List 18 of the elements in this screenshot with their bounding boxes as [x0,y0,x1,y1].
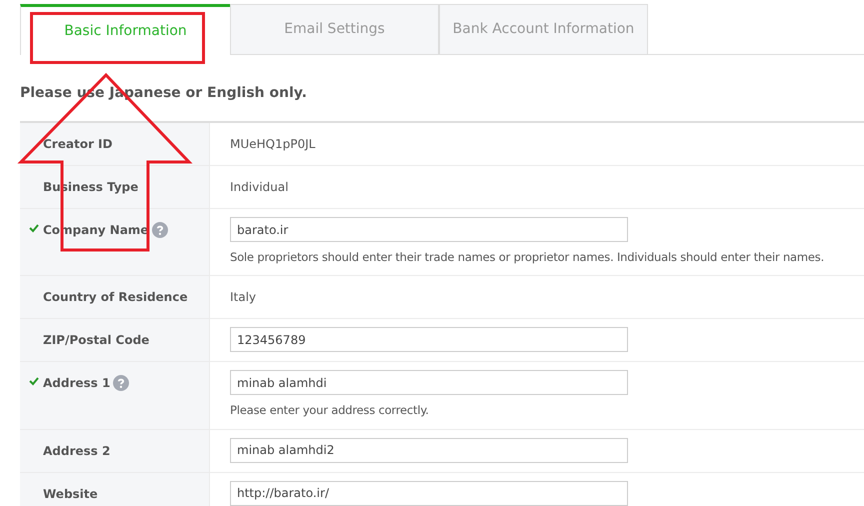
input-field[interactable]: minab alamhdi [230,370,628,396]
field-label: Address 2 [43,442,110,458]
field-value: Individual [230,179,288,196]
field-label: ZIP/Postal Code [43,332,150,348]
input-field[interactable]: barato.ir [230,217,628,242]
help-icon[interactable] [113,375,130,392]
input-field[interactable]: minab alamhdi2 [230,438,628,462]
help-icon[interactable] [152,222,168,238]
field-label: Address 1 [43,375,110,392]
hint-text: Please enter your address correctly. [230,402,430,420]
hint-text: Sole proprietors should enter their trade names or proprietor names. Individuals should enter their names. [230,249,826,266]
field-value: Italy [230,289,256,306]
field-value: MUeHQ1pP0JL [230,136,316,153]
input-field[interactable]: 123456789 [230,327,628,352]
field-label: Creator ID [43,136,112,152]
field-label: Website [43,486,98,502]
input-field[interactable]: http://barato.ir/ [230,480,628,506]
field-label: Country of Residence [43,289,188,306]
